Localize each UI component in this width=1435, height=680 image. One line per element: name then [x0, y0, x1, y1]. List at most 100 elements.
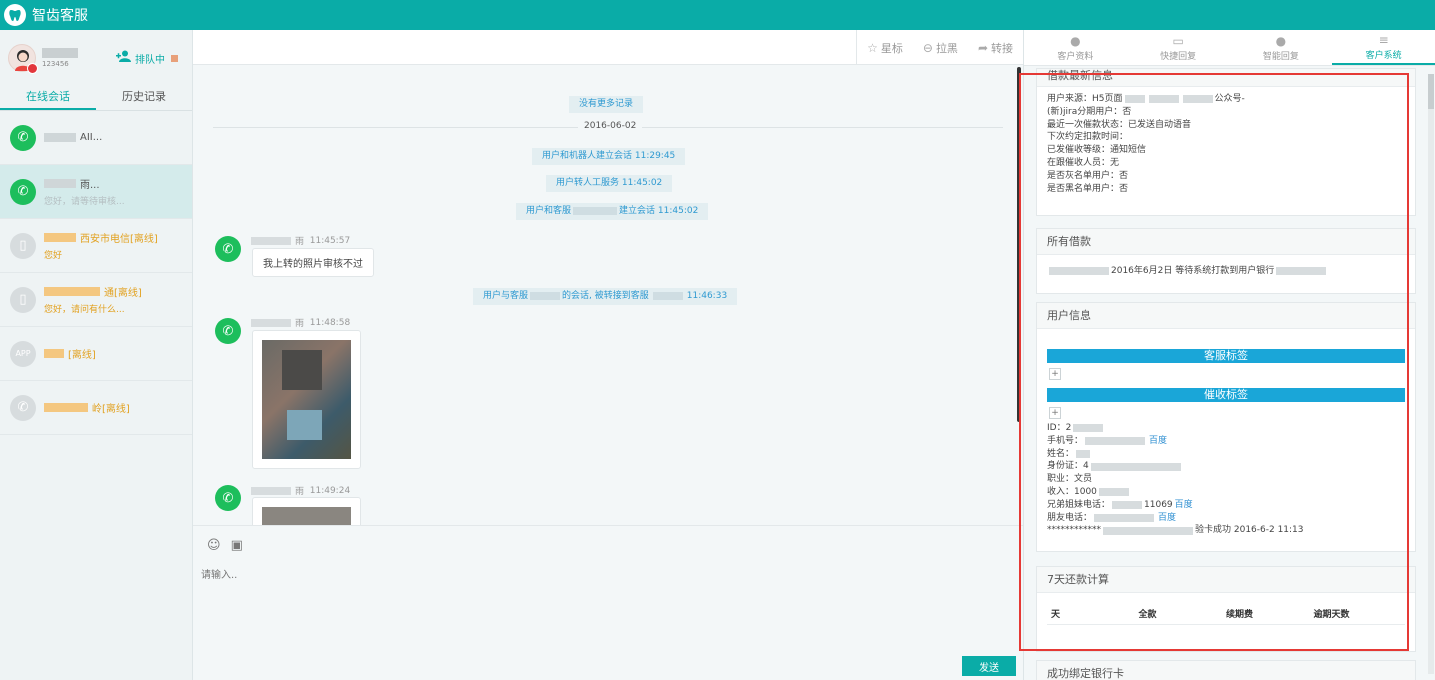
info-row: 身份证：4	[1047, 460, 1405, 473]
session-name: 雨...	[80, 180, 100, 191]
info-row: 在跟催收人员：无	[1047, 157, 1120, 168]
info-text: 手机号：	[1047, 435, 1084, 446]
right-panel: ● 客户资料 ▭ 快捷回复 ● 智能回复 ≡ 客户系统 借款最新信息 用户来源：H5页面…	[1023, 30, 1435, 680]
message-meta: 雨 11:48:58	[251, 316, 350, 329]
star-button[interactable]: ☆ 星标	[857, 30, 913, 65]
system-message-part: 的会话, 被转接到客服	[562, 291, 649, 301]
chat-messages[interactable]: 没有更多记录 2016-06-02 用户和机器人建立会话 11:29:45 用户…	[193, 65, 1023, 525]
session-item[interactable]: ✆ 岭[离线]	[0, 381, 192, 435]
baidu-link[interactable]: 百度	[1158, 512, 1176, 525]
card-title: 7天还款计算	[1037, 567, 1415, 593]
info-row: 手机号： 百度	[1047, 435, 1405, 448]
message-time: 11:49:24	[309, 485, 351, 496]
app-icon: APP	[10, 340, 36, 367]
date-label: 2016-06-02	[578, 121, 643, 131]
add-user-icon	[116, 50, 132, 66]
block-label: 拉黑	[935, 41, 958, 55]
add-cs-tag-button[interactable]: +	[1049, 368, 1061, 380]
no-more-records[interactable]: 没有更多记录	[569, 96, 644, 113]
wechat-icon: ✆	[215, 485, 241, 511]
image-icon[interactable]: ▣	[231, 538, 243, 553]
star-label: 星标	[880, 41, 903, 55]
system-message: 用户转人工服务 11:45:02	[546, 175, 673, 192]
repay-table-header: 天 全款 续期费 逾期天数	[1047, 603, 1405, 625]
info-row: ID：2	[1047, 422, 1405, 435]
scrollbar-thumb[interactable]	[1428, 74, 1434, 109]
transfer-label: 转接	[991, 41, 1013, 55]
card-title: 借款最新信息	[1037, 69, 1415, 87]
baidu-link[interactable]: 百度	[1175, 499, 1193, 512]
system-message-part: 用户与客服	[483, 291, 529, 301]
baidu-link[interactable]: 百度	[1149, 435, 1167, 448]
session-item[interactable]: ✆ 雨... 您好，请等待审核...	[0, 165, 192, 219]
session-item[interactable]: APP [离线]	[0, 327, 192, 381]
chat-icon: ▭	[1172, 33, 1184, 48]
session-name: 西安市电信[离线]	[80, 234, 158, 245]
message-bubble: 我上转的照片审核不过	[252, 248, 374, 277]
session-name: AII...	[80, 132, 103, 143]
chat-actions: ☆ 星标 ⊖ 拉黑 ➦ 转接	[856, 30, 1023, 65]
session-tabs: 在线会话 历史记录	[0, 85, 192, 111]
avatar[interactable]	[8, 43, 38, 74]
tab-customer-profile[interactable]: ● 客户资料	[1024, 30, 1127, 65]
tab-label: 快捷回复	[1160, 51, 1197, 62]
photo-thumbnail[interactable]	[262, 507, 351, 525]
system-message-part: 用户和客服	[526, 206, 572, 216]
info-row: 是否黑名单用户：否	[1047, 183, 1129, 194]
session-name: [离线]	[68, 350, 96, 361]
phone-icon: ▯	[10, 286, 36, 313]
info-row: 兄弟姐妹电话： 11069 百度	[1047, 499, 1405, 512]
emoji-icon[interactable]: ☺	[207, 538, 221, 553]
chat-scrollbar[interactable]	[1017, 67, 1021, 523]
tab-customer-system[interactable]: ≡ 客户系统	[1332, 30, 1435, 65]
loan-latest-card: 借款最新信息 用户来源：H5页面 公众号- (新)jira分期用户：否 最近一次催…	[1036, 68, 1416, 216]
loan-text: 2016年6月2日 等待系统打款到用户银行	[1111, 266, 1275, 276]
info-text: 身份证：4	[1047, 461, 1089, 472]
sender-name: 雨	[295, 487, 305, 497]
composer-tools: ☺ ▣	[207, 538, 243, 553]
tab-online-sessions[interactable]: 在线会话	[0, 85, 96, 110]
tab-label: 智能回复	[1262, 51, 1299, 62]
wechat-icon: ✆	[10, 124, 36, 151]
agent-sub: 123456	[42, 59, 69, 68]
info-text: (新)jira分期用户：	[1047, 106, 1123, 117]
chat-panel: ☆ 星标 ⊖ 拉黑 ➦ 转接 没有更多记录 2016-06-02 用户和机器人建立会话…	[193, 30, 1023, 680]
image-message[interactable]	[252, 330, 361, 469]
system-message: 用户与客服 的会话, 被转接到客服 11:46:33	[473, 288, 738, 305]
info-row: 姓名：	[1047, 448, 1405, 461]
session-item[interactable]: ✆ AII...	[0, 111, 192, 165]
scrollbar-thumb[interactable]	[1017, 67, 1021, 422]
session-preview: 您好，请等待审核...	[44, 197, 125, 207]
sender-name: 雨	[295, 319, 305, 329]
session-list: ✆ AII... ✆ 雨... 您好，请等待审核... ▯ 西安市电信[离线] 您好…	[0, 111, 192, 435]
right-scrollbar[interactable]	[1428, 74, 1434, 674]
customer-system-content[interactable]: 借款最新信息 用户来源：H5页面 公众号- (新)jira分期用户：否 最近一次催…	[1024, 66, 1435, 680]
queue-button[interactable]: 排队中	[116, 50, 178, 66]
block-icon: ⊖	[922, 40, 933, 55]
info-row: 朋友电话： 百度	[1047, 512, 1405, 525]
message-meta: 雨 11:49:24	[251, 484, 350, 497]
user-icon: ●	[1070, 33, 1081, 48]
session-item[interactable]: ▯ 通[离线] 您好，请问有什么...	[0, 273, 192, 327]
transfer-button[interactable]: ➦ 转接	[968, 30, 1023, 65]
message-input[interactable]	[201, 566, 1001, 646]
tab-history[interactable]: 历史记录	[96, 85, 192, 110]
loan-row[interactable]: 2016年6月2日 等待系统打款到用户银行	[1047, 265, 1405, 278]
tooth-logo-icon	[4, 4, 26, 26]
col-header: 全款	[1138, 610, 1157, 620]
tab-quick-reply[interactable]: ▭ 快捷回复	[1127, 30, 1230, 65]
info-text: 姓名：	[1047, 448, 1075, 459]
session-item[interactable]: ▯ 西安市电信[离线] 您好	[0, 219, 192, 273]
col-header: 续期费	[1226, 610, 1254, 620]
transfer-icon: ➦	[977, 40, 988, 55]
add-collect-tag-button[interactable]: +	[1049, 407, 1061, 419]
card-title: 所有借款	[1037, 229, 1415, 255]
block-button[interactable]: ⊖ 拉黑	[913, 30, 968, 65]
tab-smart-reply[interactable]: ● 智能回复	[1230, 30, 1333, 65]
send-button[interactable]: 发送	[962, 656, 1016, 676]
session-preview: 您好	[44, 251, 63, 261]
photo-thumbnail[interactable]	[262, 340, 351, 459]
image-message[interactable]	[252, 497, 361, 525]
sender-name: 雨	[295, 237, 305, 247]
system-message: 用户和客服 建立会话 11:45:02	[516, 203, 709, 220]
